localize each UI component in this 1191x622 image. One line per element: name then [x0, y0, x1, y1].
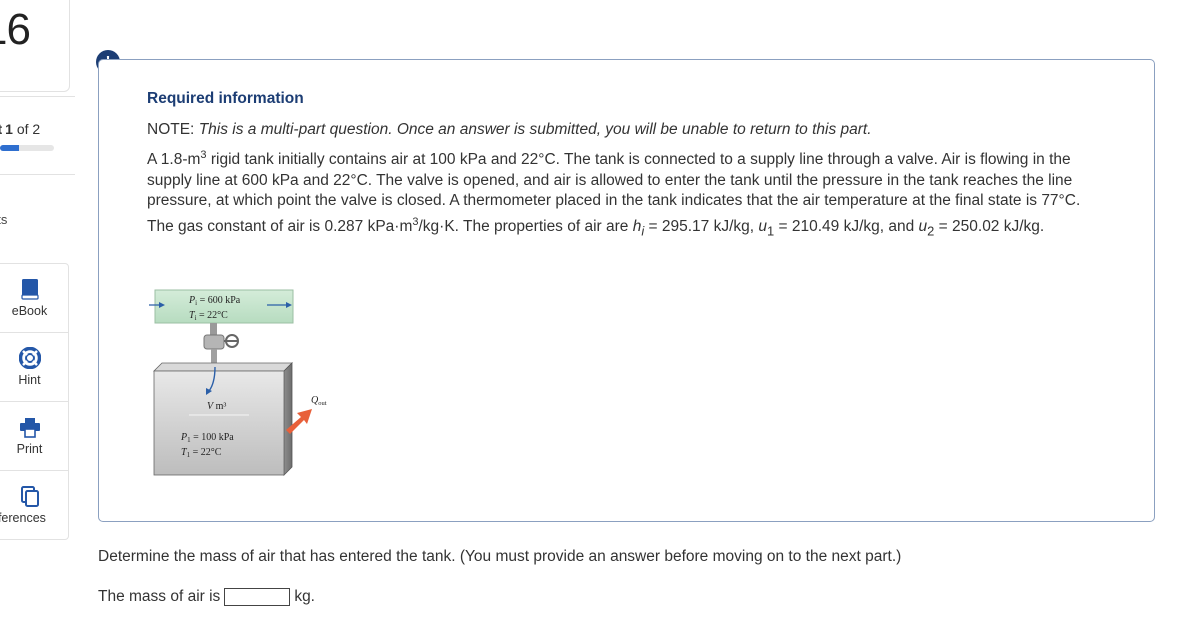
required-information-panel: Required information NOTE: This is a mul… [98, 59, 1155, 522]
printer-icon [0, 416, 68, 438]
print-label: Print [16, 442, 43, 456]
divider [0, 96, 75, 97]
question-prompt: Determine the mass of air that has enter… [98, 548, 902, 565]
references-label: eferences [0, 511, 46, 525]
answer-prefix: The mass of air is [98, 588, 221, 605]
svg-text:Qout: Qout [311, 395, 327, 407]
tank-pressure-symbol: P [180, 432, 187, 443]
part-total: of 2 [16, 121, 41, 137]
line-pressure-symbol: P [188, 295, 195, 306]
ebook-button[interactable]: eBook [0, 264, 68, 333]
text-segment: = 210.49 kJ/kg, and [774, 217, 919, 235]
tank-diagram: Pi = 600 kPa Ti = 22°C V m³ P1 = 100 kPa… [149, 289, 327, 476]
ebook-label: eBook [11, 304, 48, 318]
points-label: nts [0, 212, 8, 227]
divider [0, 174, 75, 175]
tank-pressure-value: = 100 kPa [191, 432, 235, 443]
line-temp-value: = 22°C [197, 310, 229, 321]
note-line: NOTE: This is a multi-part question. Onc… [147, 121, 872, 139]
part-progress-fill [0, 145, 19, 151]
references-button[interactable]: eferences [0, 471, 68, 539]
problem-statement: A 1.8-m3 rigid tank initially contains a… [147, 145, 1107, 241]
copy-icon [0, 485, 68, 507]
text-segment: A 1.8-m [147, 151, 201, 169]
answer-row: The mass of air is kg. [98, 588, 315, 606]
symbol-u: u [758, 217, 768, 235]
hint-button[interactable]: Hint [0, 333, 68, 402]
volume-unit: m³ [213, 401, 226, 412]
question-number-box: 16 [0, 0, 70, 92]
print-button[interactable]: Print [0, 402, 68, 471]
part-current: 1 [5, 121, 13, 137]
note-prefix: NOTE: [147, 121, 195, 138]
tank-top [153, 362, 293, 372]
question-number: 16 [0, 5, 31, 54]
part-indicator: rt1 of 2 [0, 121, 40, 137]
valve-body [203, 334, 225, 350]
book-icon [0, 278, 68, 300]
part-prefix: rt [0, 121, 2, 137]
text-segment: = 295.17 kJ/kg, [644, 217, 759, 235]
tools-panel: eBook Hint Print eferences [0, 263, 69, 540]
text-segment: = 250.02 kJ/kg. [934, 217, 1045, 235]
svg-text:V m³: V m³ [207, 401, 226, 412]
answer-unit: kg. [294, 588, 315, 605]
subscript: out [318, 400, 327, 407]
note-text: This is a multi-part question. Once an a… [198, 121, 872, 138]
lifebuoy-icon [0, 347, 68, 369]
hint-label: Hint [18, 373, 41, 387]
tank-front [153, 370, 285, 476]
text-segment: /kg·K. The properties of air are [418, 217, 633, 235]
part-progress-bar [0, 145, 54, 151]
panel-heading: Required information [147, 90, 304, 107]
tank-side [283, 362, 293, 476]
symbol-u: u [918, 217, 928, 235]
left-sidebar: 16 rt1 of 2 nts eBook Hint Print [0, 0, 75, 622]
line-pressure-value: = 600 kPa [197, 295, 241, 306]
mass-answer-input[interactable] [224, 588, 291, 606]
tank-temp-value: = 22°C [190, 447, 222, 458]
